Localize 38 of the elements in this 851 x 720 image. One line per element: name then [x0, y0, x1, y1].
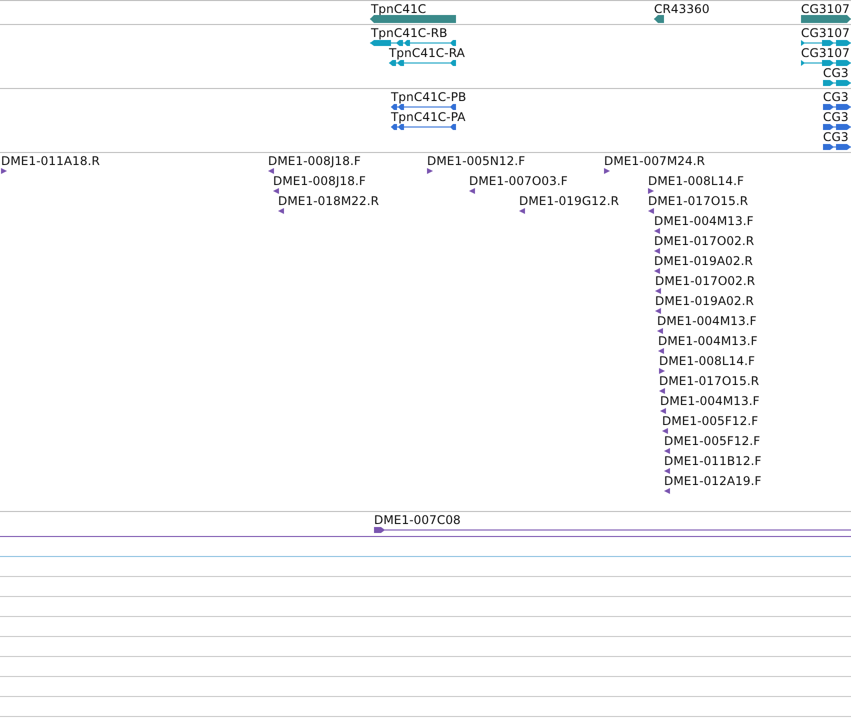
feature-label: DME1-011B12.F	[664, 454, 762, 468]
feature-label: DME1-004M13.F	[658, 334, 758, 348]
feature-label: CG3107	[801, 26, 850, 40]
feature-label: DME1-007M24.R	[604, 154, 706, 168]
feature-label: CG3	[823, 90, 849, 104]
feature-label: DME1-019A02.R	[654, 254, 753, 268]
feature-label: DME1-005F12.F	[662, 414, 758, 428]
feature-label: TpnC41C-PA	[391, 110, 466, 124]
feature-label: DME1-012A19.F	[664, 474, 762, 488]
feature-label: DME1-017O02.R	[655, 274, 756, 288]
feature-label: DME1-008J18.F	[273, 174, 366, 188]
feature-label: CG3	[823, 130, 849, 144]
feature-label: TpnC41C-PB	[391, 90, 466, 104]
feature-label: DME1-005N12.F	[427, 154, 526, 168]
feature-label: DME1-019G12.R	[519, 194, 620, 208]
feature-label: CR43360	[654, 2, 710, 16]
feature-label: DME1-004M13.F	[657, 314, 757, 328]
feature-label: DME1-004M13.F	[660, 394, 760, 408]
feature-label: DME1-017O02.R	[654, 234, 754, 248]
feature-label: TpnC41C	[371, 2, 426, 16]
feature-label: DME1-004M13.F	[654, 214, 754, 228]
feature-label: CG3	[823, 110, 849, 124]
feature-label: DME1-019A02.R	[655, 294, 754, 308]
feature-label: DME1-005F12.F	[664, 434, 760, 448]
feature-label: DME1-008J18.F	[268, 154, 361, 168]
feature-label: DME1-017O15.R	[659, 374, 760, 388]
feature-label: DME1-007O03.F	[469, 174, 568, 188]
feature-label: CG3	[823, 66, 849, 80]
feature-label: DME1-011A18.R	[1, 154, 100, 168]
feature-label: DME1-007C08	[374, 513, 461, 527]
feature-label: DME1-008L14.F	[659, 354, 756, 368]
feature-label: DME1-017O15.R	[648, 194, 748, 208]
feature-label: CG3107	[801, 46, 850, 60]
feature-label: DME1-018M22.R	[278, 194, 380, 208]
feature-label: TpnC41C-RB	[371, 26, 448, 40]
feature-label: DME1-008L14.F	[648, 174, 744, 188]
feature-label: CG3107	[801, 2, 850, 16]
feature-label: TpnC41C-RA	[389, 46, 465, 60]
